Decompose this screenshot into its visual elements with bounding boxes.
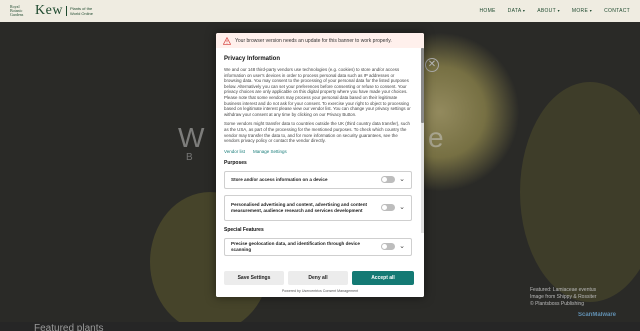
warning-icon bbox=[223, 36, 231, 45]
chevron-down-icon: ▾ bbox=[522, 8, 526, 13]
consent-description: We and our 148 third-party vendors use t… bbox=[224, 67, 411, 117]
browser-update-notice: Your browser version needs an update for… bbox=[216, 33, 424, 48]
logo-tagline: Plants of the World Online bbox=[65, 6, 98, 16]
chevron-down-icon[interactable]: ⌄ bbox=[399, 176, 405, 183]
close-icon[interactable]: ✕ bbox=[425, 58, 439, 72]
consent-dialog: Your browser version needs an update for… bbox=[216, 33, 424, 297]
dialog-title: Privacy Information bbox=[224, 56, 281, 62]
nav-about-label: ABOUT bbox=[537, 8, 556, 14]
update-notice-text: Your browser version needs an update for… bbox=[235, 37, 392, 44]
nav-contact[interactable]: CONTACT bbox=[604, 8, 630, 14]
consent-scroll-area[interactable]: Privacy Information We and our 148 third… bbox=[216, 48, 420, 266]
consent-links: Vendor list Manage Settings bbox=[224, 149, 412, 154]
scanmalware-watermark: ScanMalware bbox=[578, 312, 617, 318]
chevron-down-icon[interactable]: ⌄ bbox=[399, 204, 405, 211]
save-settings-button[interactable]: Save Settings bbox=[224, 271, 284, 285]
purpose-row[interactable]: Store and/or access information on a dev… bbox=[224, 170, 412, 189]
special-feature-toggle[interactable] bbox=[381, 243, 396, 251]
featured-plants-heading: Featured plants bbox=[34, 323, 104, 331]
nav-data-label: DATA bbox=[507, 8, 522, 14]
purposes-heading: Purposes bbox=[224, 159, 247, 166]
logo-org-name: Royal Botanic Gardens bbox=[10, 4, 24, 17]
nav-more-label: MORE bbox=[571, 8, 589, 14]
vendor-list-link[interactable]: Vendor list bbox=[224, 149, 245, 154]
consent-footer: Save Settings Deny all Accept all Powere… bbox=[216, 266, 424, 297]
nav-data[interactable]: DATA ▾ bbox=[508, 8, 526, 14]
purpose-label: Store and/or access information on a dev… bbox=[231, 176, 328, 182]
credit-line: Featured: Lamiaceae eventus bbox=[530, 287, 597, 293]
nav-home[interactable]: HOME bbox=[479, 8, 495, 14]
chevron-down-icon[interactable]: ⌄ bbox=[399, 243, 405, 250]
special-feature-label: Precise geolocation data, and identifica… bbox=[231, 240, 360, 252]
main-nav: HOME DATA ▾ ABOUT ▾ MORE ▾ CONTACT bbox=[479, 8, 630, 14]
chevron-down-icon: ▾ bbox=[589, 8, 593, 13]
special-features-heading: Special Features bbox=[224, 226, 264, 233]
hero-leaf-shape bbox=[520, 82, 640, 302]
hero-subtitle-fragment: B bbox=[186, 152, 193, 163]
kew-logo[interactable]: Royal Botanic Gardens Kew Plants of the … bbox=[10, 3, 98, 19]
manage-settings-link[interactable]: Manage Settings bbox=[253, 149, 287, 154]
consent-scrollbar-thumb[interactable] bbox=[421, 48, 424, 123]
purpose-toggle[interactable] bbox=[381, 204, 396, 212]
hero-title-fragment: W bbox=[178, 122, 205, 153]
powered-by-text: Powered by Usercentrics Consent Manageme… bbox=[281, 289, 359, 293]
hero-title-fragment: e bbox=[428, 122, 444, 153]
third-country-notice: Some vendors might transfer data to coun… bbox=[224, 121, 410, 144]
purpose-toggle[interactable] bbox=[381, 176, 396, 184]
special-feature-row[interactable]: Precise geolocation data, and identifica… bbox=[224, 237, 412, 256]
logo-wordmark: Kew bbox=[35, 3, 63, 18]
accept-all-button[interactable]: Accept all bbox=[352, 271, 414, 285]
nav-more[interactable]: MORE ▾ bbox=[572, 8, 592, 14]
image-credit: Featured: Lamiaceae eventus Image from S… bbox=[530, 287, 596, 308]
site-header: Royal Botanic Gardens Kew Plants of the … bbox=[0, 0, 640, 22]
deny-all-button[interactable]: Deny all bbox=[288, 271, 348, 285]
credit-line: Image from Shippy & Rossiter bbox=[530, 294, 597, 300]
purpose-label: Personalised advertising and content, ad… bbox=[231, 201, 368, 213]
credit-line: © Plantsboss Publishing bbox=[530, 301, 584, 307]
nav-about[interactable]: ABOUT ▾ bbox=[537, 8, 560, 14]
consent-actions: Save Settings Deny all Accept all bbox=[216, 266, 424, 285]
purpose-row[interactable]: Personalised advertising and content, ad… bbox=[224, 194, 412, 221]
chevron-down-icon: ▾ bbox=[557, 8, 560, 13]
